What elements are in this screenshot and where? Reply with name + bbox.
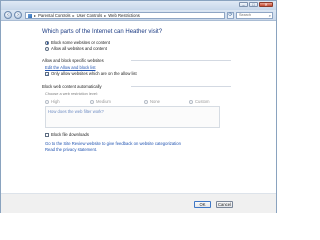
refresh-button[interactable]: ⟳ xyxy=(227,12,234,19)
search-placeholder: Search xyxy=(239,13,252,17)
level-none: None xyxy=(144,99,160,104)
ok-button[interactable]: OK xyxy=(194,201,211,208)
breadcrumb-separator: ▸ xyxy=(34,13,37,18)
breadcrumb-parental-controls[interactable]: Parental Controls xyxy=(38,13,70,18)
level-label: Custom xyxy=(195,99,210,104)
maximize-button[interactable]: □ xyxy=(249,2,258,7)
radio-level-medium xyxy=(90,99,94,104)
section-title-block-content: Block web content automatically xyxy=(42,84,102,89)
radio-level-none xyxy=(144,99,148,104)
radio-level-custom xyxy=(189,99,193,104)
option-allow-all[interactable]: Allow all websites and content xyxy=(45,46,107,51)
address-bar[interactable]: ▸ Parental Controls ▸ User Controls ▸ We… xyxy=(25,12,225,19)
dialog-footer: OK Cancel xyxy=(1,194,276,213)
main-content: Which parts of the Internet can Heather … xyxy=(1,22,276,192)
restriction-level-hint: Choose a web restriction level: xyxy=(45,91,98,96)
only-allow-option[interactable]: ✓ Only allow websites which are on the a… xyxy=(45,71,137,76)
page-title: Which parts of the Internet can Heather … xyxy=(42,29,163,35)
minimize-button[interactable]: – xyxy=(239,2,248,7)
level-high: High xyxy=(45,99,60,104)
level-label: None xyxy=(150,99,161,104)
option-label: Block some websites or content xyxy=(51,40,110,45)
block-downloads-checkbox[interactable] xyxy=(45,132,49,137)
breadcrumb-separator: ▸ xyxy=(104,13,107,18)
level-medium: Medium xyxy=(90,99,111,104)
level-description-box: How does the web filter work? xyxy=(45,106,220,128)
control-panel-icon xyxy=(28,13,32,18)
window-controls: – □ ✕ xyxy=(239,2,273,7)
forward-button[interactable]: › xyxy=(14,11,22,19)
radio-block-some[interactable] xyxy=(45,40,49,45)
close-button[interactable]: ✕ xyxy=(259,2,273,7)
radio-level-high xyxy=(45,99,49,104)
web-restrictions-window: – □ ✕ ‹ › ▸ Parental Controls ▸ User Con… xyxy=(0,0,277,213)
radio-allow-all[interactable] xyxy=(45,46,49,51)
web-filter-help-link[interactable]: How does the web filter work? xyxy=(48,109,104,114)
block-downloads-option[interactable]: Block file downloads xyxy=(45,132,89,137)
search-icon[interactable]: ⌕ xyxy=(269,13,271,18)
privacy-statement-link[interactable]: Read the privacy statement. xyxy=(45,147,97,152)
edit-allow-block-list-link[interactable]: Edit the Allow and block list xyxy=(45,65,96,70)
section-title-allow-block: Allow and block specific websites xyxy=(42,58,104,63)
site-review-link[interactable]: Go to the Site Review website to give fe… xyxy=(45,141,181,146)
checkbox-label: Only allow websites which are on the all… xyxy=(51,71,137,76)
divider xyxy=(131,60,231,61)
level-label: Medium xyxy=(96,99,111,104)
option-label: Allow all websites and content xyxy=(51,46,107,51)
navigation-bar: ‹ › ▸ Parental Controls ▸ User Controls … xyxy=(1,10,276,21)
restriction-level-group: High Medium None Custom xyxy=(45,99,225,104)
level-label: High xyxy=(51,99,60,104)
breadcrumb-user-controls[interactable]: User Controls xyxy=(77,13,103,18)
title-bar: – □ ✕ xyxy=(1,1,276,10)
cancel-button[interactable]: Cancel xyxy=(216,201,233,208)
breadcrumb-separator: ▸ xyxy=(72,13,75,18)
search-input[interactable]: Search ⌕ xyxy=(236,12,273,19)
only-allow-checkbox[interactable]: ✓ xyxy=(45,71,49,76)
option-block-some[interactable]: Block some websites or content xyxy=(45,40,110,45)
divider xyxy=(131,86,231,87)
breadcrumb-web-restrictions[interactable]: Web Restrictions xyxy=(108,13,140,18)
checkbox-label: Block file downloads xyxy=(51,132,89,137)
level-custom: Custom xyxy=(189,99,209,104)
back-button[interactable]: ‹ xyxy=(4,11,12,19)
